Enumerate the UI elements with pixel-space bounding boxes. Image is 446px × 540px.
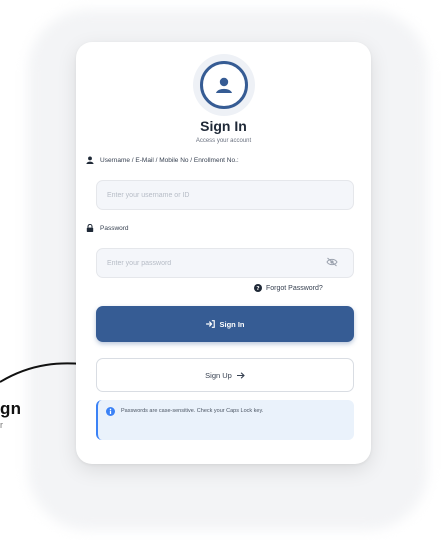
sign-in-icon [205,320,215,328]
svg-text:?: ? [256,286,259,292]
password-input[interactable] [96,248,354,278]
username-label: Username / E-Mail / Mobile No / Enrollme… [86,156,239,164]
arrow-right-icon [236,372,245,378]
password-label: Password [86,224,129,232]
page-title: Sign In [200,118,247,134]
page-subtitle: Access your account [195,138,252,144]
info-icon [106,407,115,416]
sign-up-label: Sign Up [205,370,232,380]
forgot-password-link[interactable]: ? Forgot Password? [254,284,323,292]
forgot-password-text: Forgot Password? [266,284,323,292]
sign-in-label: Sign In [219,319,245,329]
question-circle-icon: ? [254,284,262,292]
partial-side-sublabel: r [0,420,3,430]
user-icon [86,156,94,164]
user-circle-icon [200,61,248,109]
username-input[interactable] [96,180,354,210]
info-alert: Passwords are case-sensitive. Check your… [96,400,354,440]
password-label-text: Password [100,224,129,232]
partial-side-label: gn [0,399,22,418]
info-alert-text: Passwords are case-sensitive. Check your… [121,408,264,414]
login-card: Sign In Access your account Username / E… [76,42,371,464]
lock-icon [86,224,94,232]
sign-in-button[interactable]: Sign In [96,306,354,342]
username-label-text: Username / E-Mail / Mobile No / Enrollme… [100,156,239,164]
sign-up-button[interactable]: Sign Up [96,358,354,392]
eye-slash-icon[interactable] [326,257,338,267]
